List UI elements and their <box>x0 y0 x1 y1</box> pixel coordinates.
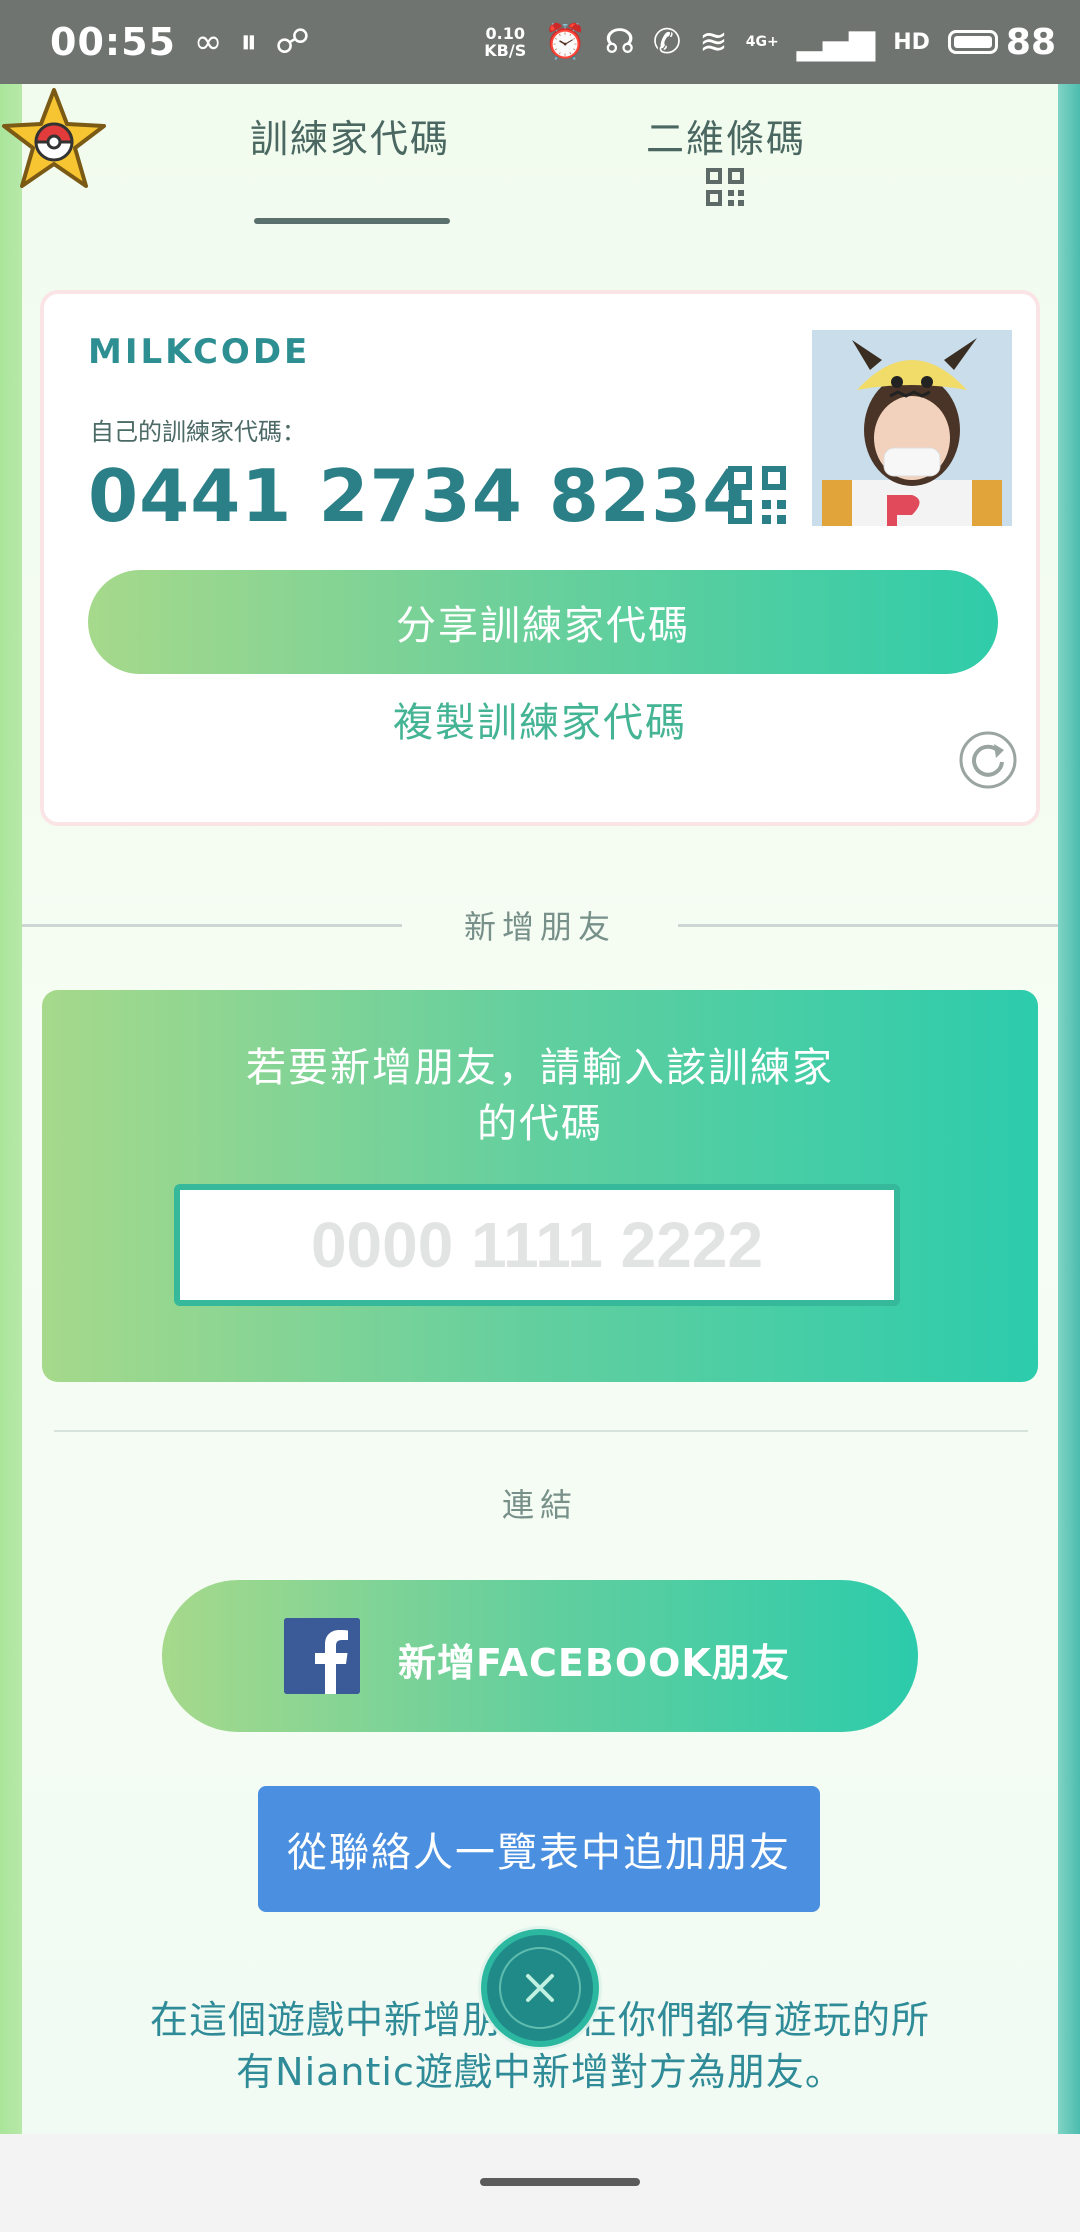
add-facebook-friends-label: 新增FACEBOOK朋友 <box>398 1641 790 1685</box>
hd-label: HD <box>893 29 930 55</box>
network-type: 4G+ <box>745 34 779 50</box>
trainer-name: MILKCODE <box>88 332 311 372</box>
link-icon: ☍ <box>275 22 310 62</box>
copy-trainer-code-button[interactable]: 複製訓練家代碼 <box>44 684 1036 754</box>
active-tab-indicator <box>254 218 450 224</box>
footnote-line2: 有Niantic遊戲中新增對方為朋友。 <box>236 2050 844 2094</box>
connect-section-label: 連結 <box>501 1486 578 1524</box>
friend-code-input[interactable] <box>174 1184 900 1306</box>
signal-icon: ▂▄▆ <box>796 22 876 62</box>
net-speed-value: 0.10 <box>485 24 525 43</box>
add-friend-divider: 新增朋友 <box>22 900 1058 950</box>
tab-bar: 訓練家代碼 二維條碼 <box>178 84 938 234</box>
star-pokeball-icon[interactable] <box>0 86 108 190</box>
net-speed: 0.10 KB/S <box>484 25 526 59</box>
add-friend-prompt-line2: 的代碼 <box>477 1101 603 1147</box>
battery-indicator: 88 <box>947 21 1056 63</box>
system-nav-bar <box>0 2134 1080 2232</box>
share-trainer-code-button[interactable]: 分享訓練家代碼 <box>88 570 998 674</box>
section-separator <box>54 1430 1028 1432</box>
add-friend-box: 若要新增朋友，請輸入該訓練家 的代碼 <box>42 990 1038 1382</box>
pause-circle-icon: ⏸ <box>240 22 258 62</box>
trainer-code: 0441 2734 8234 <box>88 454 754 538</box>
facebook-icon <box>284 1618 360 1694</box>
infinity-icon: ∞ <box>193 22 223 62</box>
qr-code-icon[interactable] <box>728 466 786 524</box>
add-friend-section-label: 新增朋友 <box>463 908 616 946</box>
alarm-icon: ⏰ <box>544 22 587 62</box>
close-button[interactable] <box>476 1924 604 2052</box>
wifi-icon: ≋ <box>699 22 728 62</box>
tab-qr-code[interactable]: 二維條碼 <box>646 108 806 163</box>
trainer-avatar[interactable] <box>812 330 1012 526</box>
add-friend-prompt: 若要新增朋友，請輸入該訓練家 的代碼 <box>42 1040 1038 1152</box>
phone-icon: ✆ <box>652 22 682 62</box>
home-gesture-handle[interactable] <box>480 2178 640 2186</box>
add-friend-prompt-line1: 若要新增朋友，請輸入該訓練家 <box>246 1045 834 1091</box>
refresh-icon[interactable] <box>958 730 1018 790</box>
battery-icon <box>947 30 998 54</box>
add-from-contacts-button[interactable]: 從聯絡人一覽表中追加朋友 <box>258 1786 820 1912</box>
trainer-card: MILKCODE 自己的訓練家代碼： 0441 2734 8234 分享訓練家代… <box>40 290 1040 826</box>
headphones-icon: ☊ <box>604 22 635 62</box>
trainer-code-label: 自己的訓練家代碼： <box>90 418 306 446</box>
add-facebook-friends-button[interactable]: 新增FACEBOOK朋友 <box>162 1580 918 1732</box>
net-speed-unit: KB/S <box>484 41 527 60</box>
qr-code-icon[interactable] <box>706 168 744 206</box>
tab-trainer-code[interactable]: 訓練家代碼 <box>250 108 450 163</box>
status-bar: 00:55 ∞ ⏸ ☍ 0.10 KB/S ⏰ ☊ ✆ ≋ 4G+ ▂▄▆ HD… <box>0 0 1080 84</box>
status-time: 00:55 <box>50 20 176 64</box>
battery-level: 88 <box>1005 21 1056 63</box>
